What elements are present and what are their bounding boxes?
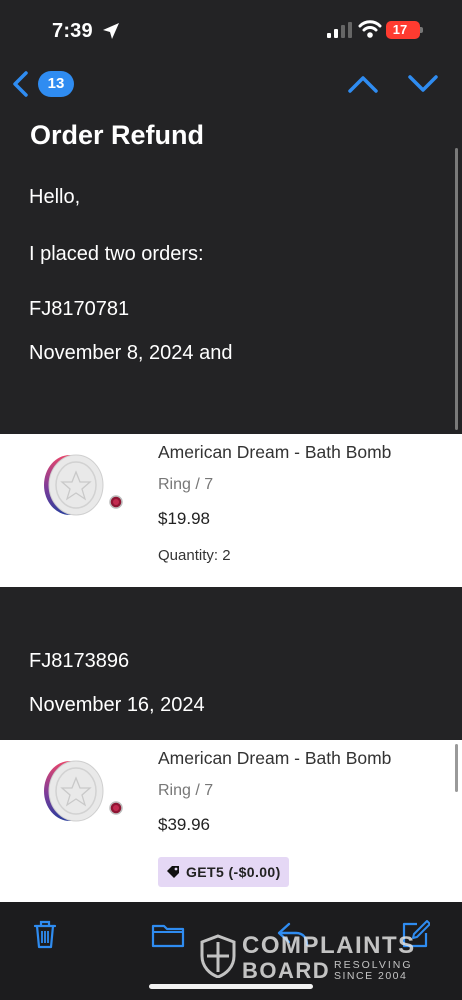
product-variant: Ring / 7	[158, 782, 214, 799]
tag-icon	[167, 866, 179, 878]
unread-count-badge[interactable]: 13	[38, 71, 74, 97]
email-intro: I placed two orders:	[29, 243, 204, 265]
discount-code-label: GET5 (-$0.00)	[186, 864, 281, 880]
folder-icon[interactable]	[151, 918, 185, 950]
product-card[interactable]: American Dream - Bath Bomb Ring / 7 $39.…	[0, 740, 462, 902]
status-bar: 7:39 17	[0, 0, 462, 62]
watermark-line2: BOARD	[242, 958, 331, 983]
order1-date: November 8, 2024 and	[29, 342, 233, 364]
mail-nav-bar: 13	[0, 62, 462, 110]
order2-date: November 16, 2024	[29, 694, 205, 716]
product-price: $39.96	[158, 815, 210, 834]
order1-number: FJ8170781	[29, 298, 130, 320]
back-chevron-icon[interactable]	[10, 70, 32, 98]
order2-number: FJ8173896	[29, 650, 130, 672]
email-greeting: Hello,	[29, 186, 81, 208]
product-quantity: Quantity: 2	[158, 547, 231, 564]
home-indicator[interactable]	[149, 984, 313, 989]
shield-logo-icon	[200, 934, 236, 978]
complaints-board-watermark: COMPLAINTS BOARD RESOLVING SINCE 2004	[200, 932, 420, 983]
wifi-icon	[358, 20, 382, 38]
product-name: American Dream - Bath Bomb	[158, 748, 392, 768]
product-name: American Dream - Bath Bomb	[158, 442, 392, 462]
bath-bomb-product-image	[44, 454, 123, 516]
previous-message-chevron-up-icon[interactable]	[346, 72, 380, 96]
next-message-chevron-down-icon[interactable]	[406, 72, 440, 96]
bath-bomb-product-image	[44, 760, 123, 822]
location-arrow-icon	[103, 23, 119, 39]
battery-cap	[420, 27, 423, 33]
cellular-signal-icon	[327, 22, 352, 38]
product-card[interactable]: American Dream - Bath Bomb Ring / 7 $19.…	[0, 434, 462, 587]
email-subject: Order Refund	[30, 120, 205, 150]
battery-icon: 17	[386, 21, 420, 39]
scrollbar[interactable]	[455, 148, 458, 430]
watermark-tag2: SINCE 2004	[334, 970, 408, 982]
card-scrollbar	[455, 744, 458, 792]
trash-icon[interactable]	[30, 918, 60, 950]
battery-level: 17	[392, 22, 408, 37]
product-variant: Ring / 7	[158, 476, 214, 493]
watermark-line1: COMPLAINTS	[242, 932, 416, 959]
product-price: $19.98	[158, 509, 210, 528]
status-time: 7:39	[52, 20, 93, 42]
discount-code-badge: GET5 (-$0.00)	[158, 857, 289, 887]
